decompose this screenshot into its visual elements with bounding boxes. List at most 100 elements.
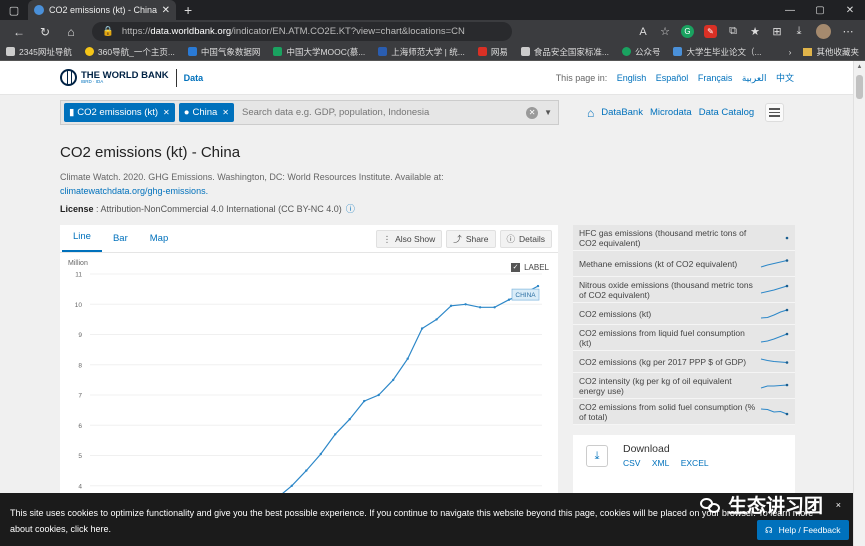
y-tick-label: 9 <box>78 332 82 339</box>
scrollbar-thumb[interactable] <box>856 75 863 99</box>
location-filter-pill[interactable]: ● China ✕ <box>178 103 234 122</box>
share-button[interactable]: ⤴ Share <box>446 230 496 248</box>
bookmark-item[interactable]: 2345网址导航 <box>6 46 72 58</box>
related-indicator-item[interactable]: HFC gas emissions (thousand metric tons … <box>573 225 795 251</box>
related-indicator-item[interactable]: Methane emissions (kt of CO2 equivalent) <box>573 251 795 277</box>
sparkline <box>760 258 789 267</box>
label-checkbox[interactable]: ✓ LABEL <box>511 263 549 272</box>
window-close-icon[interactable]: ✕ <box>835 5 865 16</box>
bookmark-wechat-icon <box>621 47 631 56</box>
minimize-icon[interactable]: — <box>775 5 805 16</box>
scroll-up-icon[interactable]: ▲ <box>854 61 865 73</box>
bookmark-item[interactable]: 公众号 <box>621 46 660 58</box>
read-aloud-icon[interactable]: A <box>632 26 654 38</box>
tab-close-icon[interactable]: ✕ <box>162 5 170 16</box>
related-indicator-item[interactable]: CO2 emissions from liquid fuel consumpti… <box>573 325 795 351</box>
favorite-star-icon[interactable]: ☆ <box>654 25 676 38</box>
lang-spanish[interactable]: Español <box>656 73 689 83</box>
home-nav-icon[interactable]: ⌂ <box>587 106 594 120</box>
back-icon[interactable]: ← <box>6 25 32 39</box>
series-label: CHINA <box>515 292 536 299</box>
pill-remove-icon[interactable]: ✕ <box>163 108 170 117</box>
sparkline-end-point <box>785 236 789 239</box>
data-point <box>536 284 540 288</box>
other-favorites[interactable]: › 其他收藏夹 <box>789 46 859 58</box>
download-icon: ⤓ <box>586 445 608 467</box>
bookmark-item[interactable]: 中国气象数据网 <box>187 46 260 58</box>
sparkline-path <box>760 358 788 363</box>
more-menu-icon[interactable]: ⋯ <box>837 25 859 38</box>
worldbank-logo[interactable]: THE WORLD BANK IBRD · IDA <box>60 69 169 86</box>
pdf-extension-icon[interactable]: ✎ <box>704 25 717 38</box>
chevron-down-icon[interactable]: ▼ <box>544 108 552 117</box>
nav-microdata[interactable]: Microdata <box>650 107 692 118</box>
grammarly-extension-icon[interactable]: G <box>681 25 694 38</box>
data-point <box>420 327 424 330</box>
source-link[interactable]: climatewatchdata.org/ghg-emissions. <box>60 186 208 196</box>
favorites-bar-icon[interactable]: ★ <box>744 25 766 38</box>
license-line: License : Attribution-NonCommercial 4.0 … <box>60 204 355 214</box>
tab-bar[interactable]: Bar <box>102 233 139 252</box>
info-icon[interactable]: ⓘ <box>346 204 355 214</box>
help-feedback-button[interactable]: ☊ Help / Feedback <box>757 520 849 540</box>
page-in-label: This page in: <box>555 73 608 83</box>
url-path: /indicator/EN.ATM.CO2E.KT?view=chart&loc… <box>231 26 465 37</box>
search-input[interactable] <box>237 107 527 118</box>
related-indicator-item[interactable]: CO2 emissions (kt) <box>573 303 795 325</box>
lang-arabic[interactable]: العربية <box>742 73 767 83</box>
related-indicator-item[interactable]: Nitrous oxide emissions (thousand metric… <box>573 277 795 303</box>
tab-map[interactable]: Map <box>139 233 179 252</box>
data-point <box>464 303 467 306</box>
url-domain: data.worldbank.org <box>150 26 232 37</box>
sparkline-end-point <box>785 308 789 311</box>
clear-search-icon[interactable]: ✕ <box>526 106 539 119</box>
webpage: THE WORLD BANK IBRD · IDA Data This page… <box>0 61 853 546</box>
nav-data-catalog[interactable]: Data Catalog <box>699 107 754 118</box>
data-home-link[interactable]: Data <box>184 73 204 83</box>
checkmark-icon: ✓ <box>511 263 521 272</box>
details-button[interactable]: ⓘ Details <box>499 230 552 248</box>
tab-line[interactable]: Line <box>62 231 102 252</box>
collections-icon[interactable]: ⊞ <box>766 25 788 38</box>
related-indicator-item[interactable]: CO2 emissions (kg per 2017 PPP $ of GDP) <box>573 351 795 373</box>
download-xml-link[interactable]: XML <box>652 458 669 468</box>
tab-actions-icon[interactable]: ▢ <box>0 4 28 17</box>
bookmark-item[interactable]: 大学生毕业论文（... <box>673 46 762 58</box>
sparkline-end-point <box>785 332 789 335</box>
lang-chinese[interactable]: 中文 <box>776 73 794 83</box>
bookmark-item[interactable]: 网易 <box>477 46 508 58</box>
download-excel-link[interactable]: EXCEL <box>681 458 709 468</box>
pill-remove-icon[interactable]: ✕ <box>222 108 229 117</box>
sparkline <box>760 408 789 415</box>
bookmark-item[interactable]: 中国大学MOOC(慕... <box>273 46 365 58</box>
reload-icon[interactable]: ↻ <box>32 25 58 39</box>
download-csv-link[interactable]: CSV <box>623 458 640 468</box>
profile-avatar[interactable] <box>816 24 831 39</box>
logo-divider <box>175 68 177 87</box>
page-scrollbar[interactable]: ▲ <box>853 61 865 546</box>
top-nav: ⌂ DataBank Microdata Data Catalog <box>587 103 785 122</box>
bookmark-item[interactable]: 上海师范大学 | 统... <box>378 46 465 58</box>
extensions-icon[interactable]: ⧉ <box>722 25 744 38</box>
sparkline-end-point <box>785 360 789 364</box>
lang-french[interactable]: Français <box>698 73 733 83</box>
nav-databank[interactable]: DataBank <box>601 107 643 118</box>
also-show-button[interactable]: ⋮ Also Show <box>375 230 443 248</box>
lang-english[interactable]: English <box>617 73 647 83</box>
indicator-filter-pill[interactable]: ▮ CO2 emissions (kt) ✕ <box>64 103 175 122</box>
address-bar[interactable]: 🔒 https://data.worldbank.org/indicator/E… <box>92 22 512 41</box>
maximize-icon[interactable]: ▢ <box>805 5 835 16</box>
cookie-close-icon[interactable]: × <box>836 497 841 513</box>
url-prefix: https:// <box>121 26 151 37</box>
headset-icon: ☊ <box>765 525 773 535</box>
bookmark-item[interactable]: 360导航_一个主页... <box>84 46 175 58</box>
new-tab-icon[interactable]: + <box>176 2 200 18</box>
home-icon[interactable]: ⌂ <box>58 25 84 39</box>
browser-tab[interactable]: CO2 emissions (kt) - China | Data ✕ <box>28 0 176 20</box>
hamburger-menu-icon[interactable] <box>765 103 785 122</box>
search-box[interactable]: ▮CO2 emissions (kt)✕ ●China✕ ✕ ▼ <box>60 100 559 125</box>
downloads-icon[interactable]: ⤓ <box>788 25 810 38</box>
related-indicator-item[interactable]: CO2 emissions from solid fuel consumptio… <box>573 399 795 425</box>
bookmark-item[interactable]: 食品安全国家标准... <box>520 46 609 58</box>
related-indicator-item[interactable]: CO2 intensity (kg per kg of oil equivale… <box>573 373 795 399</box>
